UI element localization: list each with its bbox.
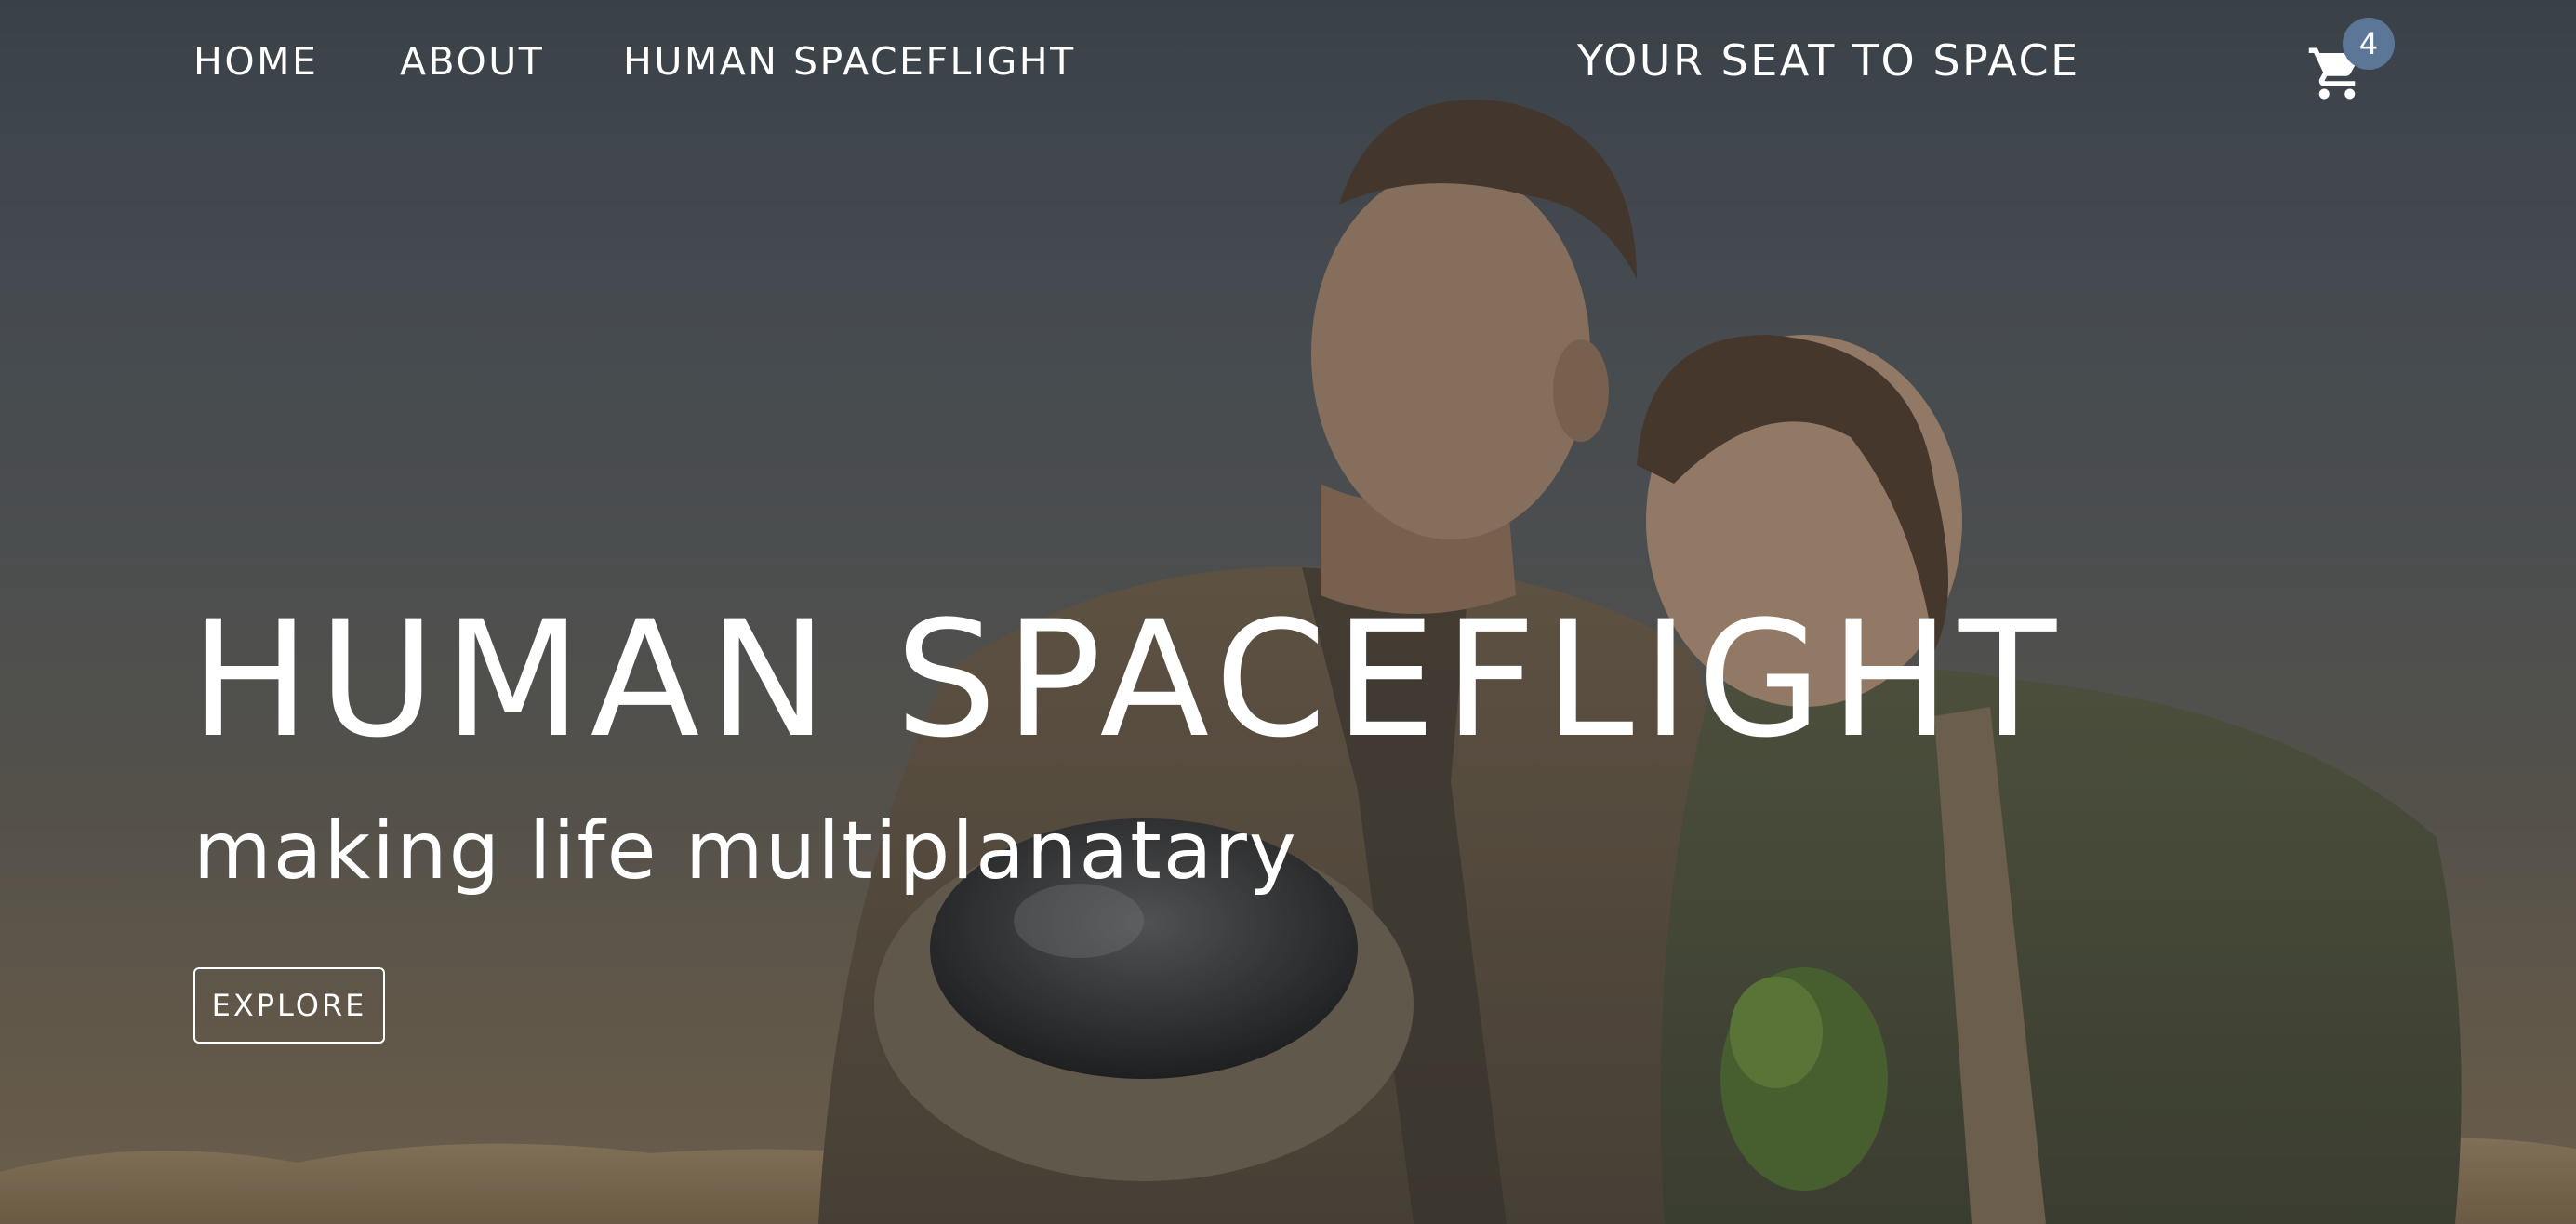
top-navigation: HOME ABOUT HUMAN SPACEFLIGHT YOUR SEAT T… [0, 0, 2576, 126]
explore-button[interactable]: EXPLORE [193, 967, 385, 1044]
nav-tagline: YOUR SEAT TO SPACE [1577, 35, 2080, 86]
nav-link-home[interactable]: HOME [193, 39, 318, 84]
cart-count-badge: 4 [2343, 18, 2395, 70]
nav-link-about[interactable]: ABOUT [400, 39, 544, 84]
nav-link-human-spaceflight[interactable]: HUMAN SPACEFLIGHT [623, 39, 1076, 84]
hero-subtitle: making life multiplanatary [193, 805, 1298, 898]
hero-title: HUMAN SPACEFLIGHT [190, 586, 2065, 773]
hero-section: HOME ABOUT HUMAN SPACEFLIGHT YOUR SEAT T… [0, 0, 2576, 1224]
